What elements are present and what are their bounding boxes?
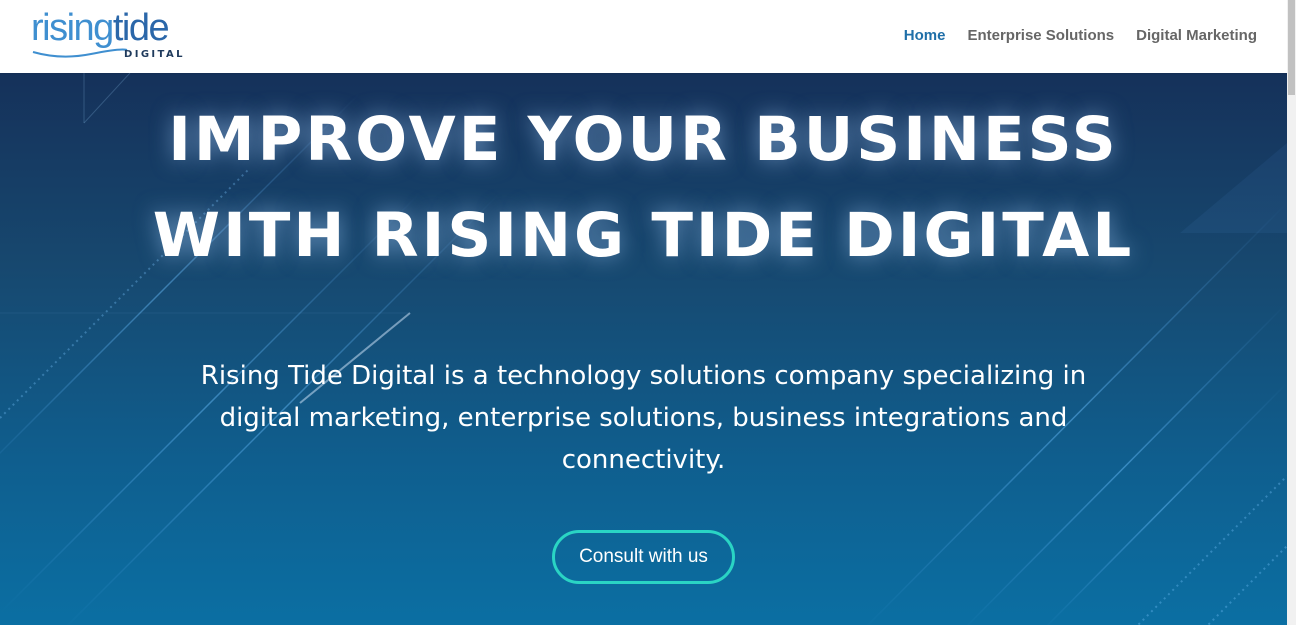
site-header: risingtide DIGITAL Home Enterprise Solut… xyxy=(0,0,1287,73)
hero-title-line-1: IMPROVE YOUR BUSINESS xyxy=(168,104,1119,175)
hero-title-line-2: WITH RISING TIDE DIGITAL xyxy=(152,200,1135,271)
hero-section: IMPROVE YOUR BUSINESS WITH RISING TIDE D… xyxy=(0,73,1287,625)
scrollbar-thumb[interactable] xyxy=(1288,0,1295,95)
site-logo[interactable]: risingtide DIGITAL xyxy=(31,8,201,62)
logo-swoosh-icon xyxy=(32,48,128,58)
logo-word-tide: tide xyxy=(112,7,170,49)
main-nav: Home Enterprise Solutions Digital Market… xyxy=(904,27,1257,44)
page: risingtide DIGITAL Home Enterprise Solut… xyxy=(0,0,1287,625)
nav-digital-marketing[interactable]: Digital Marketing xyxy=(1136,27,1257,44)
logo-subtitle: DIGITAL xyxy=(124,49,185,60)
logo-wordmark: risingtide xyxy=(31,7,170,49)
nav-home[interactable]: Home xyxy=(904,27,946,44)
logo-word-rising: rising xyxy=(31,7,114,49)
consult-button[interactable]: Consult with us xyxy=(552,530,735,584)
page-scrollbar[interactable] xyxy=(1287,0,1296,625)
hero-description: Rising Tide Digital is a technology solu… xyxy=(200,361,1087,475)
nav-enterprise-solutions[interactable]: Enterprise Solutions xyxy=(967,27,1114,44)
